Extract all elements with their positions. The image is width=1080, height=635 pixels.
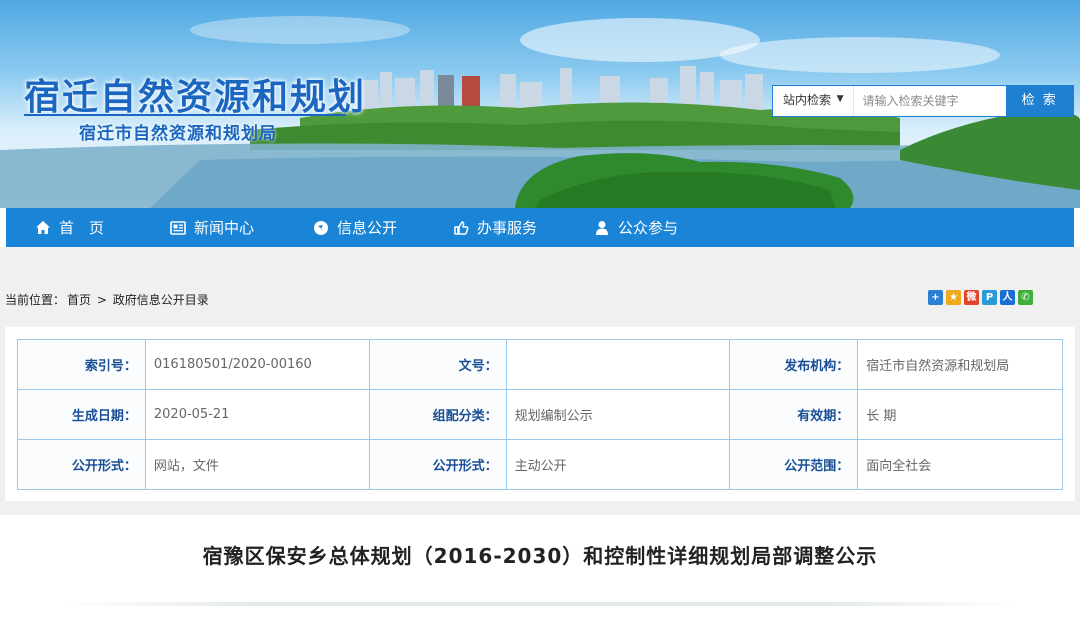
share-qzone-icon[interactable]: ★ [946, 290, 961, 305]
created-date-value: 2020-05-21 [144, 389, 370, 440]
disclosure-scope-value: 面向全社会 [857, 439, 1063, 490]
article-title: 宿豫区保安乡总体规划（2016-2030）和控制性详细规划局部调整公示 [202, 544, 878, 568]
publisher-label: 发布机构： [729, 339, 859, 390]
search-button[interactable]: 检 索 [1006, 86, 1073, 116]
nav-item-label: 信息公开 [337, 219, 398, 237]
document-number-label: 文号： [368, 339, 507, 390]
chevron-down-icon: ▼ [836, 94, 844, 104]
search-scope-label: 站内检索 [783, 93, 832, 107]
main-nav: 首 页 新闻中心 信息公开 办事服务 公众参与 [6, 208, 1074, 247]
site-title[interactable]: 宿迁自然资源和规划 [24, 68, 366, 120]
nav-item-label: 公众参与 [618, 219, 679, 237]
header-banner: 宿迁自然资源和规划 宿迁市自然资源和规划局 站内检索 ▼ 检 索 [0, 0, 1080, 208]
index-number-value: 016180501/2020-00160 [144, 339, 370, 390]
nav-item-label: 办事服务 [477, 219, 538, 237]
breadcrumb-separator: > [96, 293, 107, 307]
share-more-icon[interactable]: + [928, 290, 943, 305]
disclosure-scope-label: 公开范围： [729, 439, 859, 490]
title-divider [24, 114, 346, 116]
nav-item-home[interactable]: 首 页 [35, 208, 104, 247]
title-underline-divider [60, 602, 1020, 606]
breadcrumb: 当前位置： 首页 > 政府信息公开目录 [5, 291, 211, 308]
validity-value: 长 期 [857, 389, 1063, 440]
table-row: 生成日期： 2020-05-21 组配分类： 规划编制公示 有效期： 长 期 [17, 389, 1063, 440]
disclosure-method-value: 主动公开 [505, 439, 731, 490]
site-subtitle: 宿迁市自然资源和规划局 [79, 124, 277, 144]
breadcrumb-prefix: 当前位置： [5, 293, 66, 307]
publisher-value: 宿迁市自然资源和规划局 [857, 339, 1063, 390]
share-wechat-icon[interactable]: ✆ [1018, 290, 1033, 305]
nav-item-services[interactable]: 办事服务 [453, 208, 537, 247]
breadcrumb-home-link[interactable]: 首页 [67, 293, 91, 307]
share-renren-icon[interactable]: 人 [1000, 290, 1015, 305]
table-row: 公开形式： 网站，文件 公开形式： 主动公开 公开范围： 面向全社会 [17, 439, 1063, 490]
nav-item-news[interactable]: 新闻中心 [170, 208, 254, 247]
disclosure-form-label: 公开形式： [17, 439, 146, 490]
nav-item-label: 首 页 [59, 219, 105, 237]
share-toolbar: + ★ 微 P 人 ✆ [928, 290, 1033, 305]
document-number-value [505, 339, 731, 390]
table-row: 索引号： 016180501/2020-00160 文号： 发布机构： 宿迁市自… [17, 339, 1063, 390]
search-bar: 站内检索 ▼ 检 索 [772, 85, 1074, 117]
home-icon [36, 220, 50, 234]
category-value: 规划编制公示 [505, 389, 731, 440]
share-tencent-weibo-icon[interactable]: P [982, 290, 997, 305]
created-date-label: 生成日期： [17, 389, 146, 440]
user-icon [596, 220, 608, 235]
search-input[interactable] [854, 86, 1007, 116]
nav-item-label: 新闻中心 [194, 219, 255, 237]
nav-item-public-participation[interactable]: 公众参与 [594, 208, 678, 247]
document-metadata-table: 索引号： 016180501/2020-00160 文号： 发布机构： 宿迁市自… [17, 339, 1063, 490]
search-scope-dropdown[interactable]: 站内检索 ▼ [773, 86, 855, 116]
nav-item-info-disclosure[interactable]: 信息公开 [313, 208, 397, 247]
index-number-label: 索引号： [17, 339, 146, 390]
breadcrumb-current-link[interactable]: 政府信息公开目录 [113, 293, 209, 307]
category-label: 组配分类： [368, 389, 507, 440]
thumbs-up-icon [454, 220, 469, 235]
disclosure-method-label: 公开形式： [368, 439, 507, 490]
newspaper-icon [170, 220, 186, 235]
share-weibo-icon[interactable]: 微 [964, 290, 979, 305]
disclosure-form-value: 网站，文件 [144, 439, 370, 490]
info-circle-icon [314, 220, 328, 235]
validity-label: 有效期： [729, 389, 859, 440]
